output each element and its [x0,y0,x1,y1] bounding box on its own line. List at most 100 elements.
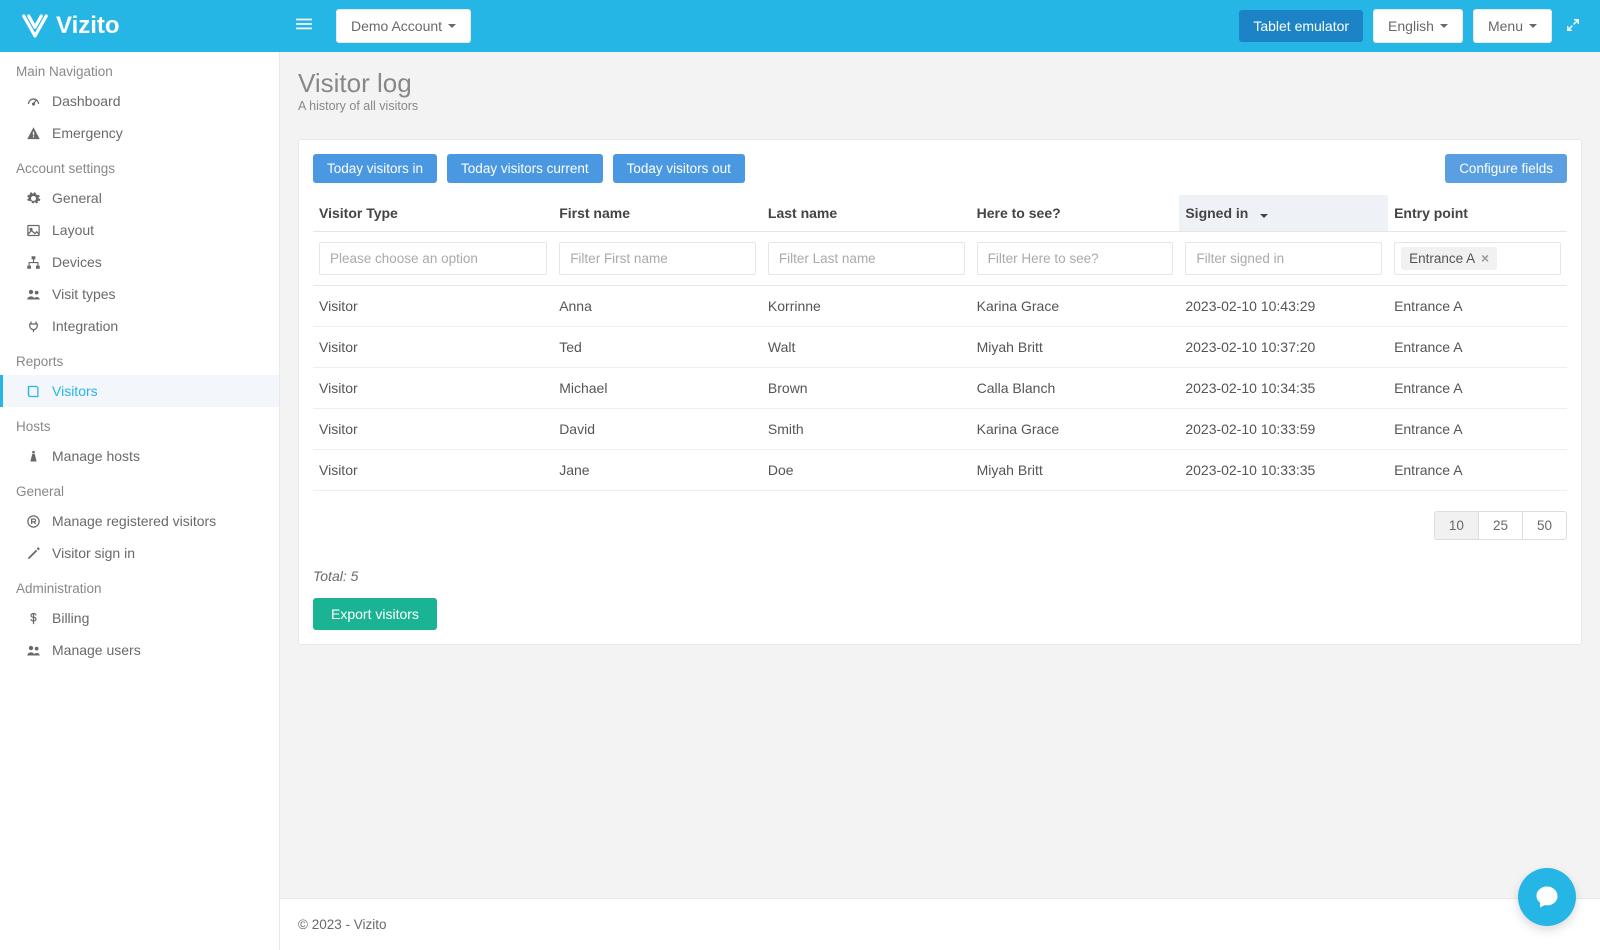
table-row[interactable]: VisitorJaneDoeMiyah Britt2023-02-10 10:3… [313,450,1567,491]
sidebar-item-dashboard[interactable]: Dashboard [0,85,279,117]
filter-entry-point[interactable]: Entrance A × [1394,242,1561,275]
page-size-10[interactable]: 10 [1434,511,1479,540]
cell-type: Visitor [313,450,553,491]
filter-last-name[interactable] [768,242,965,275]
sidebar-item-label: Visitors [52,383,98,399]
col-header-type[interactable]: Visitor Type [313,195,553,232]
page-size-50[interactable]: 50 [1522,511,1567,540]
visitor-log-panel: Today visitors in Today visitors current… [298,139,1582,645]
table-row[interactable]: VisitorDavidSmithKarina Grace2023-02-10 … [313,409,1567,450]
sidebar-item-visitor-sign-in[interactable]: Visitor sign in [0,537,279,569]
dollar-icon [26,611,41,626]
sidebar-item-layout[interactable]: Layout [0,214,279,246]
sidebar-item-billing[interactable]: Billing [0,602,279,634]
cell-signed: 2023-02-10 10:43:29 [1179,286,1388,327]
cell-host: Karina Grace [971,409,1180,450]
account-label: Demo Account [351,18,442,34]
account-dropdown[interactable]: Demo Account [336,9,471,43]
cell-last: Smith [762,409,971,450]
brand-logo: Vizito [0,11,280,41]
table-row[interactable]: VisitorAnnaKorrinneKarina Grace2023-02-1… [313,286,1567,327]
page-size-row: 102550 [313,511,1567,540]
sidebar-section-hosts: Hosts [0,407,279,440]
sidebar-section-account: Account settings [0,149,279,182]
sidebar-item-emergency[interactable]: Emergency [0,117,279,149]
cell-host: Calla Blanch [971,368,1180,409]
pencil-icon [26,546,41,561]
tag-label: Entrance A [1409,251,1475,266]
sidebar-item-label: Manage users [52,642,141,658]
sidebar-section-reports: Reports [0,342,279,375]
sidebar-item-label: Emergency [52,125,123,141]
main-content: Visitor log A history of all visitors To… [280,52,1600,950]
cell-signed: 2023-02-10 10:34:35 [1179,368,1388,409]
configure-fields-button[interactable]: Configure fields [1445,154,1567,183]
warning-icon [26,126,41,141]
cell-entry: Entrance A [1388,327,1567,368]
col-header-first[interactable]: First name [553,195,762,232]
language-dropdown[interactable]: English [1373,9,1463,43]
users-icon [26,287,41,302]
sidebar-item-label: Manage hosts [52,448,140,464]
page-title: Visitor log [298,68,1582,99]
cell-type: Visitor [313,368,553,409]
sidebar-item-manage-hosts[interactable]: Manage hosts [0,440,279,472]
col-header-host[interactable]: Here to see? [971,195,1180,232]
expand-icon [1566,18,1580,32]
today-visitors-current-button[interactable]: Today visitors current [447,154,603,183]
sidebar-item-integration[interactable]: Integration [0,310,279,342]
table-row[interactable]: VisitorMichaelBrownCalla Blanch2023-02-1… [313,368,1567,409]
tablet-emulator-button[interactable]: Tablet emulator [1239,10,1363,42]
sort-desc-icon [1260,214,1268,218]
remove-tag-button[interactable]: × [1481,251,1489,266]
cell-first: Michael [553,368,762,409]
cell-entry: Entrance A [1388,409,1567,450]
language-label: English [1388,18,1434,34]
vizito-logo-icon [20,11,50,41]
menu-dropdown[interactable]: Menu [1473,9,1552,43]
col-header-signed-in[interactable]: Signed in [1179,195,1388,232]
page-size-25[interactable]: 25 [1478,511,1523,540]
sidebar-item-manage-registered[interactable]: Manage registered visitors [0,505,279,537]
brand-name: Vizito [56,12,120,40]
cell-last: Walt [762,327,971,368]
sidebar-toggle-button[interactable] [280,6,328,46]
users-icon [26,643,41,658]
filter-first-name[interactable] [559,242,756,275]
cell-signed: 2023-02-10 10:33:59 [1179,409,1388,450]
cell-first: Ted [553,327,762,368]
col-header-entry[interactable]: Entry point [1388,195,1567,232]
bars-icon [296,16,312,32]
sidebar-item-visit-types[interactable]: Visit types [0,278,279,310]
sidebar-section-main: Main Navigation [0,52,279,85]
sidebar-item-devices[interactable]: Devices [0,246,279,278]
entry-filter-tag: Entrance A × [1401,247,1497,270]
cell-host: Miyah Britt [971,327,1180,368]
sidebar-item-manage-users[interactable]: Manage users [0,634,279,666]
sidebar-item-label: Visitor sign in [52,545,135,561]
page-subtitle: A history of all visitors [298,99,1582,113]
cell-last: Korrinne [762,286,971,327]
table-row[interactable]: VisitorTedWaltMiyah Britt2023-02-10 10:3… [313,327,1567,368]
export-visitors-button[interactable]: Export visitors [313,598,437,630]
filter-host[interactable] [977,242,1174,275]
caret-down-icon [1440,24,1448,28]
sidebar-item-label: Billing [52,610,89,626]
cell-type: Visitor [313,286,553,327]
chat-widget-button[interactable] [1518,868,1576,926]
sitemap-icon [26,255,41,270]
filter-visitor-type[interactable] [319,242,547,275]
cell-host: Miyah Britt [971,450,1180,491]
today-visitors-out-button[interactable]: Today visitors out [613,154,745,183]
cell-signed: 2023-02-10 10:37:20 [1179,327,1388,368]
col-header-last[interactable]: Last name [762,195,971,232]
sidebar-item-general[interactable]: General [0,182,279,214]
filter-signed-in[interactable] [1185,242,1382,275]
fullscreen-button[interactable] [1566,18,1580,35]
cell-last: Doe [762,450,971,491]
sidebar-item-visitors[interactable]: Visitors [0,375,279,407]
col-header-label: Signed in [1185,205,1248,221]
podium-icon [26,449,41,464]
today-visitors-in-button[interactable]: Today visitors in [313,154,437,183]
plug-icon [26,319,41,334]
